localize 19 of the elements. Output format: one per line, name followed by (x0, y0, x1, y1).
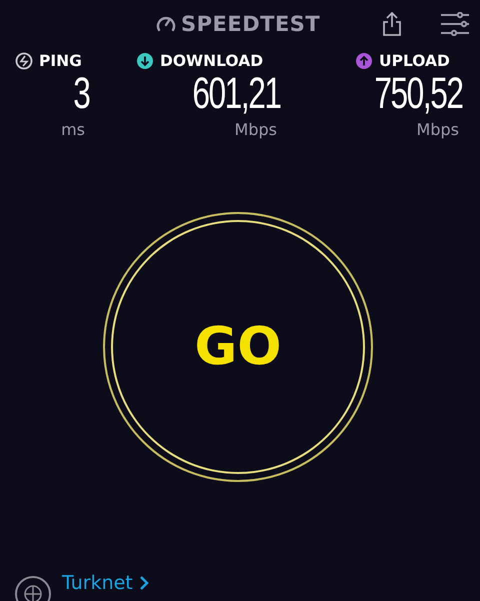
metric-label: UPLOAD (379, 52, 450, 70)
metric-label: PING (39, 52, 82, 70)
globe-icon (14, 575, 52, 601)
go-button[interactable]: GO (103, 212, 373, 482)
metric-unit: Mbps (416, 120, 459, 139)
provider-link[interactable]: Turknet (62, 571, 133, 595)
metric-unit: ms (61, 120, 85, 139)
ping-icon (15, 52, 33, 70)
metric-value: 601,21 (192, 70, 281, 118)
metric-value: 750,52 (374, 70, 463, 118)
logo-text: SPEEDTEST (181, 12, 320, 36)
metric-unit: Mbps (234, 120, 277, 139)
share-icon[interactable] (382, 11, 402, 37)
download-icon (136, 52, 154, 70)
metric-value: 3 (72, 70, 89, 118)
settings-icon[interactable] (440, 12, 470, 36)
upload-icon (355, 52, 373, 70)
chevron-icon[interactable] (138, 575, 149, 591)
metric-label: DOWNLOAD (160, 52, 264, 70)
